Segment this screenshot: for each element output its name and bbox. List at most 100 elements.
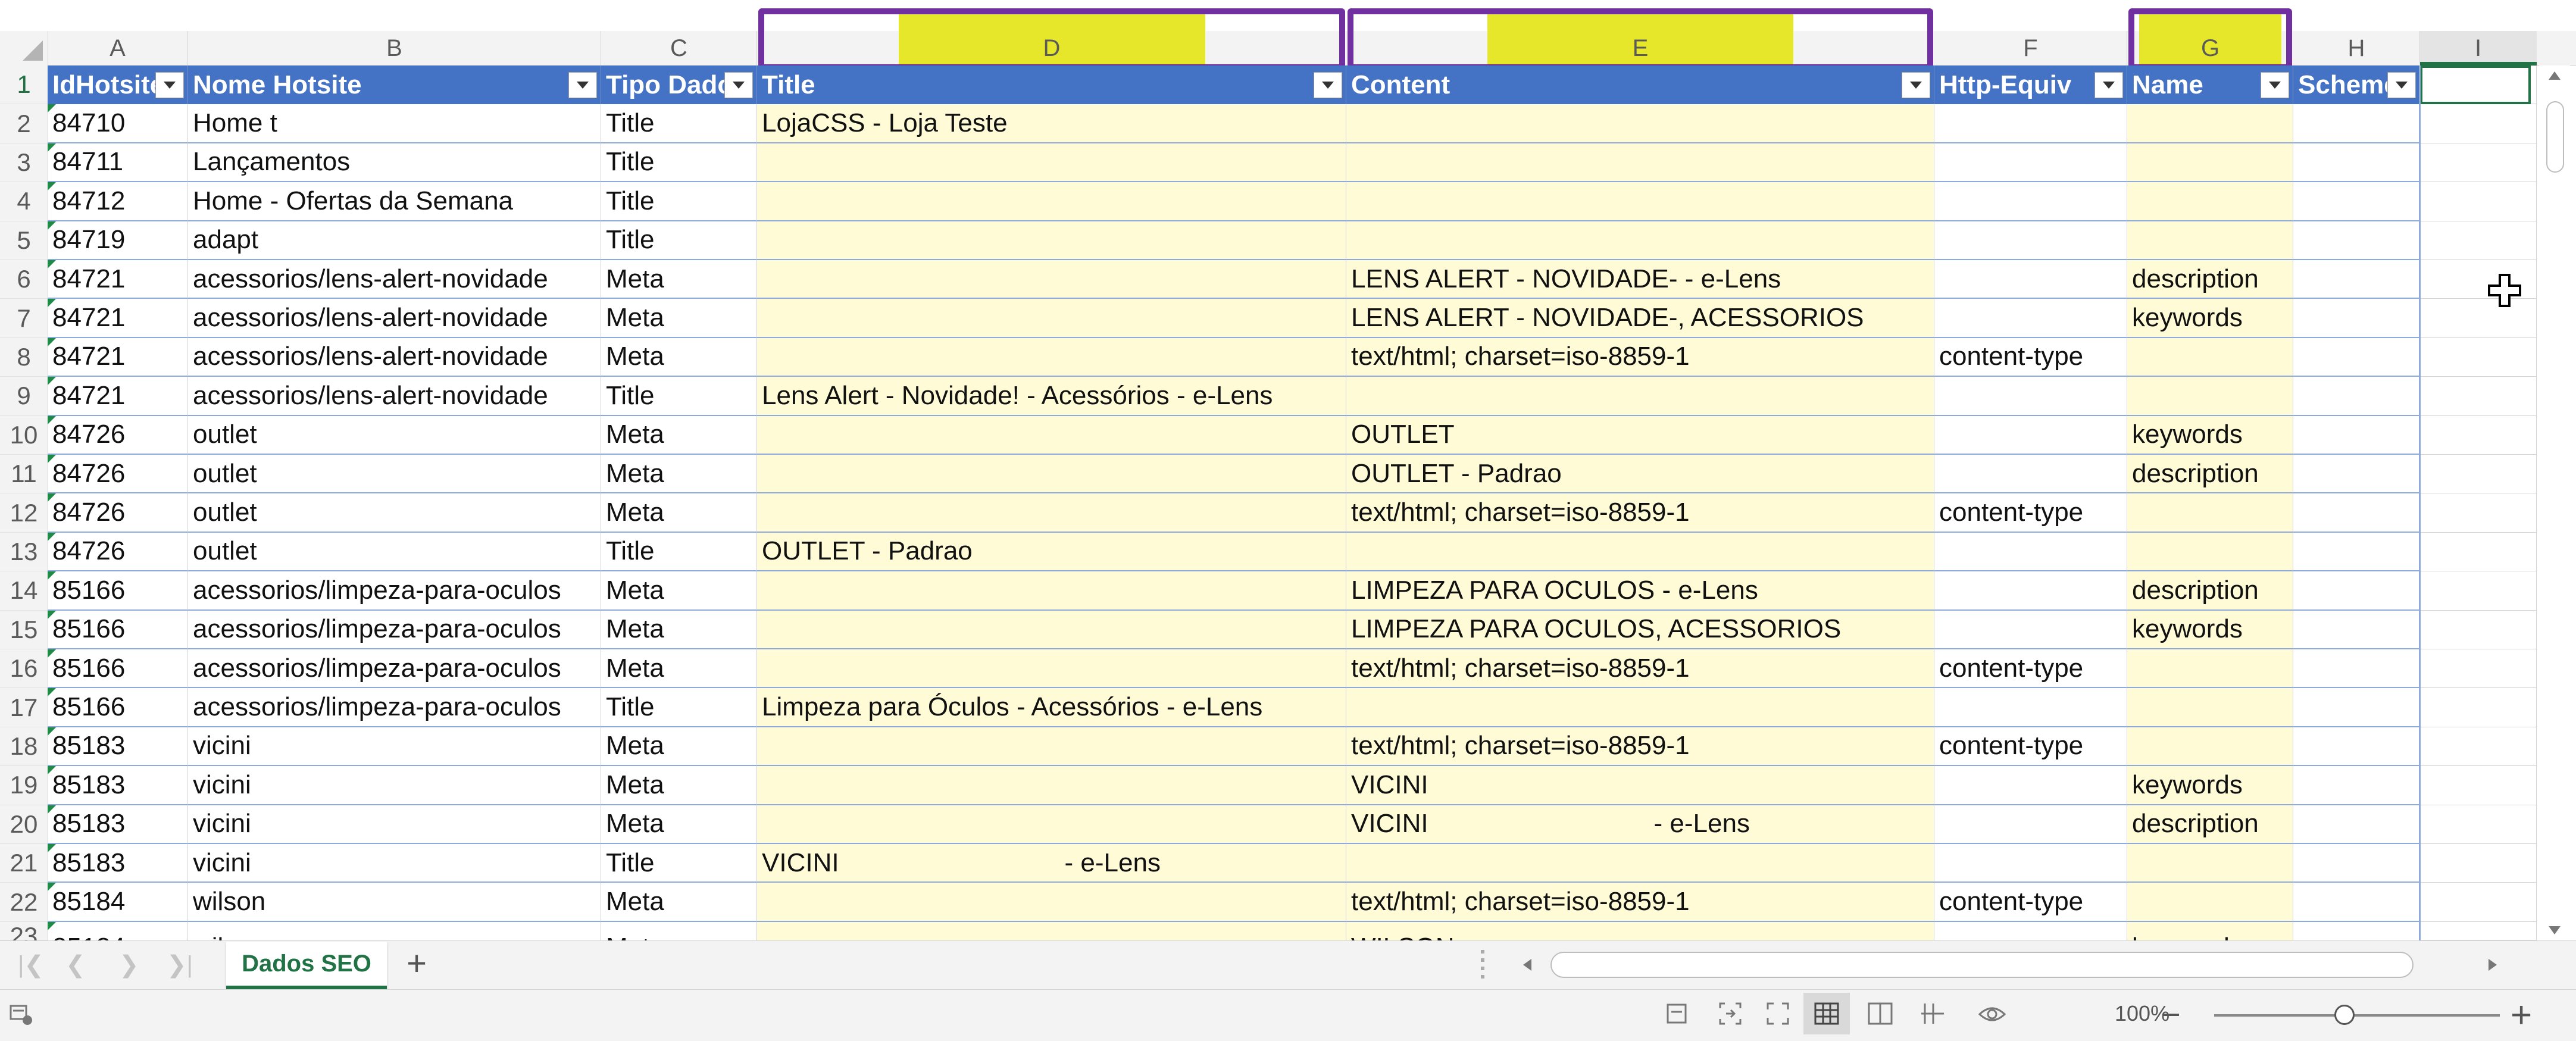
table-cell[interactable] [2127, 883, 2293, 922]
last-sheet-icon[interactable]: ❯| [167, 951, 193, 979]
table-cell[interactable]: 84726 [48, 455, 188, 494]
row-header[interactable]: 6 [0, 260, 48, 299]
table-cell[interactable] [757, 610, 1346, 649]
table-cell[interactable]: Meta [601, 260, 757, 299]
row-header[interactable]: 22 [0, 883, 48, 922]
accessibility-icon[interactable] [1661, 998, 1693, 1030]
table-cell[interactable]: 85183 [48, 805, 188, 844]
table-cell[interactable]: acessorios/limpeza-para-oculos [188, 688, 601, 727]
column-header-a[interactable]: A [48, 31, 188, 65]
table-cell[interactable]: OUTLET [1346, 415, 1934, 455]
table-cell[interactable]: content-type [1934, 493, 2127, 533]
row-header[interactable]: 1 [0, 65, 48, 105]
row-header[interactable]: 8 [0, 338, 48, 377]
prev-sheet-icon[interactable]: ❮ [65, 951, 86, 979]
column-header-c[interactable]: C [601, 31, 757, 65]
table-cell[interactable]: Meta [601, 571, 757, 611]
table-cell-empty[interactable] [2420, 649, 2537, 689]
table-cell[interactable] [2127, 844, 2293, 883]
table-cell[interactable] [1346, 844, 1934, 883]
filter-dropdown-icon[interactable] [568, 71, 597, 98]
table-cell[interactable]: VICINI [1346, 766, 1934, 805]
table-cell[interactable]: Home - Ofertas da Semana [188, 182, 601, 221]
table-cell[interactable] [757, 221, 1346, 260]
table-cell-empty[interactable] [2420, 610, 2537, 649]
macro-record-icon[interactable] [5, 998, 37, 1030]
table-cell[interactable] [1934, 610, 2127, 649]
table-cell[interactable]: wilson [188, 883, 601, 922]
table-cell[interactable]: Meta [601, 921, 757, 940]
table-cell[interactable] [757, 415, 1346, 455]
table-cell[interactable]: 84726 [48, 532, 188, 572]
table-cell[interactable]: Title [601, 532, 757, 572]
filter-dropdown-icon[interactable] [2387, 71, 2416, 98]
table-cell[interactable] [2293, 415, 2420, 455]
zoom-slider-knob[interactable] [2334, 1005, 2355, 1025]
table-cell[interactable]: keywords [2127, 766, 2293, 805]
table-cell[interactable] [757, 455, 1346, 494]
table-cell[interactable]: 84726 [48, 493, 188, 533]
column-header-e[interactable]: E [1346, 31, 1934, 65]
table-cell[interactable] [1934, 415, 2127, 455]
table-cell[interactable] [2127, 182, 2293, 221]
table-cell[interactable]: 84719 [48, 221, 188, 260]
table-cell[interactable] [1346, 143, 1934, 183]
table-cell[interactable] [757, 337, 1346, 377]
table-cell[interactable]: LIMPEZA PARA OCULOS - e-Lens [1346, 571, 1934, 611]
column-header-d[interactable]: D [757, 31, 1346, 65]
filter-dropdown-icon[interactable] [155, 71, 184, 98]
table-cell-empty[interactable] [2420, 415, 2537, 455]
table-cell[interactable] [1934, 455, 2127, 494]
table-cell[interactable]: 84721 [48, 260, 188, 299]
zoom-slider[interactable] [2214, 1014, 2500, 1017]
normal-view-button[interactable] [1803, 993, 1850, 1034]
table-cell[interactable]: Meta [601, 610, 757, 649]
column-header-b[interactable]: B [188, 31, 601, 65]
table-cell[interactable] [2293, 377, 2420, 416]
table-cell[interactable]: Limpeza para Óculos - Acessórios - e-Len… [757, 688, 1346, 727]
row-header[interactable]: 11 [0, 455, 48, 494]
row-header[interactable]: 16 [0, 649, 48, 689]
table-cell[interactable]: LojaCSS - Loja Teste [757, 104, 1346, 143]
table-cell-empty[interactable] [2420, 377, 2537, 416]
table-cell[interactable] [757, 571, 1346, 611]
table-cell-empty[interactable] [2420, 104, 2537, 143]
table-cell[interactable]: LENS ALERT - NOVIDADE-, ACESSORIOS [1346, 299, 1934, 338]
row-header[interactable]: 17 [0, 688, 48, 727]
table-cell[interactable] [1934, 921, 2127, 940]
table-cell[interactable]: outlet [188, 415, 601, 455]
table-cell-empty[interactable] [2420, 688, 2537, 727]
row-header[interactable]: 12 [0, 493, 48, 533]
table-cell[interactable]: 85166 [48, 649, 188, 689]
table-cell[interactable] [757, 182, 1346, 221]
table-cell[interactable] [2293, 649, 2420, 689]
horizontal-scrollbar[interactable] [1497, 951, 2497, 979]
table-cell[interactable] [2293, 143, 2420, 183]
table-cell[interactable]: 84721 [48, 377, 188, 416]
table-cell[interactable] [2127, 649, 2293, 689]
row-header[interactable]: 10 [0, 416, 48, 455]
first-sheet-icon[interactable]: |❮ [18, 951, 44, 979]
row-header[interactable]: 19 [0, 766, 48, 805]
table-cell[interactable] [2293, 883, 2420, 922]
table-cell[interactable]: OUTLET - Padrao [757, 532, 1346, 572]
fullscreen-icon[interactable] [1762, 998, 1794, 1030]
filter-dropdown-icon[interactable] [1902, 71, 1930, 98]
table-cell[interactable]: text/html; charset=iso-8859-1 [1346, 727, 1934, 767]
table-cell[interactable] [2127, 104, 2293, 143]
table-cell[interactable] [1346, 377, 1934, 416]
table-cell[interactable] [2127, 727, 2293, 767]
table-cell[interactable] [757, 883, 1346, 922]
table-cell-empty[interactable] [2420, 493, 2537, 533]
table-cell[interactable]: 84721 [48, 337, 188, 377]
table-cell[interactable] [2293, 337, 2420, 377]
table-cell[interactable]: keywords [2127, 299, 2293, 338]
tab-splitter-handle[interactable] [1481, 950, 1488, 979]
table-cell[interactable] [757, 805, 1346, 844]
table-cell[interactable] [1934, 766, 2127, 805]
table-cell[interactable]: 84726 [48, 415, 188, 455]
table-cell[interactable]: Meta [601, 337, 757, 377]
row-header[interactable]: 13 [0, 533, 48, 572]
row-header[interactable]: 20 [0, 805, 48, 844]
table-cell-empty[interactable] [2420, 532, 2537, 572]
